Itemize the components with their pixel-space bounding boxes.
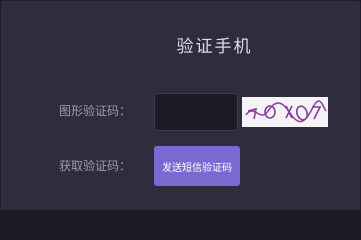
dialog-title: 验证手机: [176, 37, 253, 57]
send-sms-code-button[interactable]: 发送短信验证码: [154, 146, 240, 186]
captcha-input[interactable]: [154, 93, 238, 131]
captcha-label: 图形验证码：: [59, 104, 132, 118]
verify-phone-dialog: 验证手机 图形验证码： 获取验证码： 发送短信验证码: [0, 0, 361, 218]
sms-code-label: 获取验证码：: [59, 159, 132, 173]
captcha-image[interactable]: [242, 97, 328, 127]
captcha-glyphs: [245, 100, 327, 123]
bottom-strip: [0, 210, 361, 218]
